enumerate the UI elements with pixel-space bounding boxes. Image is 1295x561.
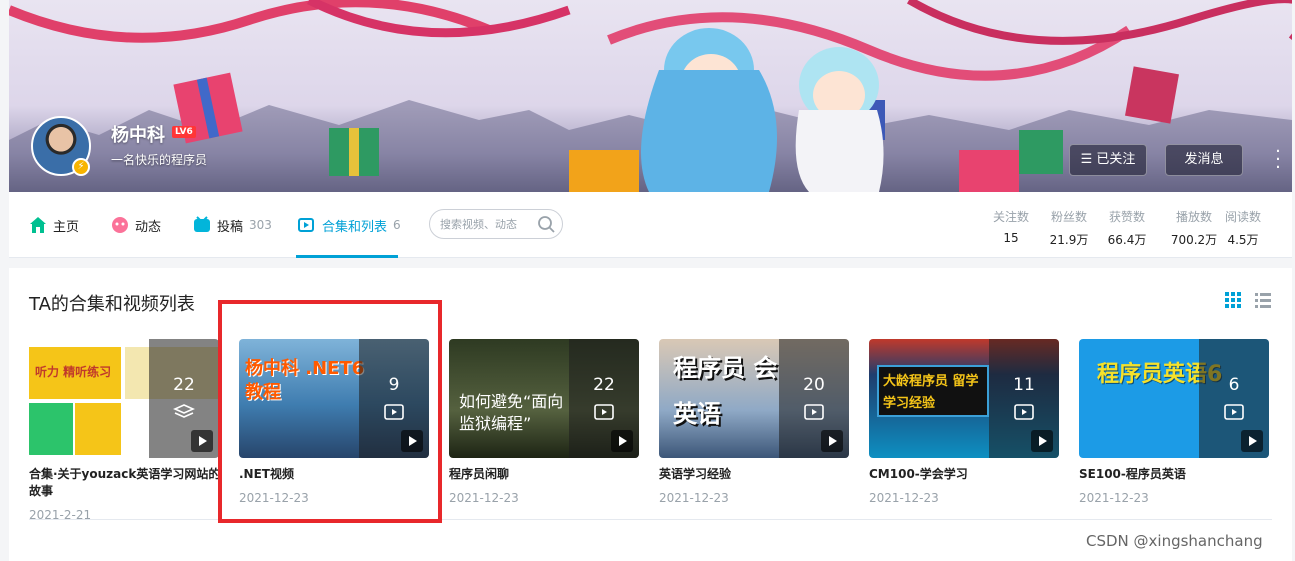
stat-value: 700.2万 <box>1170 233 1218 247</box>
play-icon[interactable] <box>1241 430 1263 452</box>
collection-card[interactable]: 听力 精听练习 22 合集·关于youzack英语学习网站的故事 2021-2-… <box>29 339 221 522</box>
tab-uploads-count: 303 <box>249 218 272 232</box>
tab-dynamic[interactable]: 动态 <box>111 214 161 236</box>
tab-collections[interactable]: 合集和列表 6 <box>298 214 401 236</box>
collections-section: TA的合集和视频列表 听力 精听练习 22 合集·关于youzack英语学习网站… <box>9 268 1292 561</box>
play-icon[interactable] <box>1031 430 1053 452</box>
playlist-icon <box>1014 404 1034 420</box>
play-icon[interactable] <box>821 430 843 452</box>
tab-uploads[interactable]: 投稿 303 <box>193 214 272 236</box>
tab-collections-count: 6 <box>393 218 401 232</box>
tab-collections-label: 合集和列表 <box>322 219 388 235</box>
video-count: 20 <box>803 375 825 395</box>
video-count: 11 <box>1013 375 1035 395</box>
profile-nav: 主页 动态 投稿 303 合集和列表 6 关注数 15 粉丝数 21.9万 获赞… <box>9 192 1292 258</box>
collection-card[interactable]: 程序员英语6 6 SE100-程序员英语 2021-12-23 <box>1079 339 1269 505</box>
collection-date: 2021-12-23 <box>449 491 519 505</box>
send-message-button[interactable]: 发消息 <box>1165 144 1243 176</box>
collection-thumbnail[interactable]: 如何避免“面向监狱编程” 22 <box>449 339 639 458</box>
thumb-tile <box>75 403 121 455</box>
grid-view-icon[interactable] <box>1225 292 1241 308</box>
more-options-icon[interactable]: · · · <box>1275 143 1281 177</box>
search-input[interactable] <box>440 216 536 232</box>
watermark: CSDN @xingshanchang <box>1086 532 1263 550</box>
collection-title[interactable]: CM100-学会学习 <box>869 466 1061 483</box>
dynamic-icon <box>112 217 128 233</box>
stat-likes: 获赞数 66.4万 <box>1105 208 1149 248</box>
stat-reads: 阅读数 4.5万 <box>1221 208 1265 248</box>
collection-thumbnail[interactable]: 程序员 会英语 20 <box>659 339 849 458</box>
collection-thumbnail[interactable]: 大龄程序员 留学学习经验 11 <box>869 339 1059 458</box>
stat-value: 15 <box>1003 231 1019 245</box>
stat-label: 关注数 <box>992 210 1029 224</box>
playlist-icon <box>804 404 824 420</box>
play-icon[interactable] <box>191 430 213 452</box>
thumb-text: 大龄程序员 留学学习经验 <box>883 374 979 411</box>
collection-thumbnail[interactable]: 程序员英语6 6 <box>1079 339 1269 458</box>
stat-plays: 播放数 700.2万 <box>1169 208 1219 248</box>
user-name: 杨中科 <box>111 125 165 146</box>
section-title: TA的合集和视频列表 <box>29 294 195 315</box>
video-count: 22 <box>593 375 615 395</box>
search-icon[interactable] <box>536 214 556 234</box>
stat-value: 4.5万 <box>1227 233 1259 247</box>
video-count: 6 <box>1228 375 1240 395</box>
tab-dynamic-label: 动态 <box>135 219 162 235</box>
profile-banner: ⚡ 杨中科 LV6 一名快乐的程序员 ☰ 已关注 发消息 · · · <box>9 0 1292 192</box>
stat-label: 粉丝数 <box>1050 210 1087 224</box>
collection-title[interactable]: SE100-程序员英语 <box>1079 466 1271 483</box>
home-icon <box>30 217 46 233</box>
collection-card[interactable]: 大龄程序员 留学学习经验 11 CM100-学会学习 2021-12-23 <box>869 339 1059 505</box>
thumb-tile <box>29 403 73 455</box>
list-view-icon[interactable] <box>1255 292 1271 308</box>
playlist-icon <box>1224 404 1244 420</box>
collection-date: 2021-12-23 <box>659 491 729 505</box>
collection-title[interactable]: 英语学习经验 <box>659 466 851 483</box>
uploads-icon <box>194 216 210 232</box>
collection-title[interactable]: 程序员闲聊 <box>449 466 641 483</box>
stat-value: 66.4万 <box>1107 233 1147 247</box>
stat-following[interactable]: 关注数 15 <box>989 208 1033 245</box>
collection-title[interactable]: 合集·关于youzack英语学习网站的故事 <box>29 466 221 500</box>
collection-thumbnail[interactable]: 听力 精听练习 22 <box>29 339 219 458</box>
collection-date: 2021-12-23 <box>869 491 939 505</box>
stat-label: 阅读数 <box>1224 210 1261 224</box>
search-box[interactable] <box>429 209 563 239</box>
play-icon[interactable] <box>611 430 633 452</box>
collection-card[interactable]: 如何避免“面向监狱编程” 22 程序员闲聊 2021-12-23 <box>449 339 639 505</box>
stat-label: 播放数 <box>1175 210 1212 224</box>
thumb-text: 如何避免“面向监狱编程” <box>459 392 564 433</box>
list-icon: ☰ <box>1080 152 1097 167</box>
video-count: 22 <box>173 375 195 395</box>
tab-home-label: 主页 <box>53 219 80 235</box>
followed-button[interactable]: ☰ 已关注 <box>1069 144 1147 176</box>
thumb-text: 程序员 会英语 <box>673 354 778 428</box>
collections-icon <box>298 218 314 232</box>
thumb-text: 听力 精听练习 <box>35 365 112 379</box>
collection-date: 2021-12-23 <box>1079 491 1149 505</box>
user-signature: 一名快乐的程序员 <box>111 153 208 167</box>
annotation-highlight-box <box>218 300 442 523</box>
tab-home[interactable]: 主页 <box>29 214 79 236</box>
stat-followers[interactable]: 粉丝数 21.9万 <box>1047 208 1091 248</box>
stack-icon <box>173 404 195 418</box>
verified-badge-icon: ⚡ <box>72 158 90 176</box>
stat-label: 获赞数 <box>1108 210 1145 224</box>
collection-card[interactable]: 程序员 会英语 20 英语学习经验 2021-12-23 <box>659 339 849 505</box>
followed-label: 已关注 <box>1096 152 1136 167</box>
stat-value: 21.9万 <box>1049 233 1089 247</box>
tab-uploads-label: 投稿 <box>217 219 244 235</box>
playlist-icon <box>594 404 614 420</box>
divider <box>29 519 1272 520</box>
active-tab-indicator <box>296 255 398 258</box>
level-badge: LV6 <box>172 126 196 138</box>
